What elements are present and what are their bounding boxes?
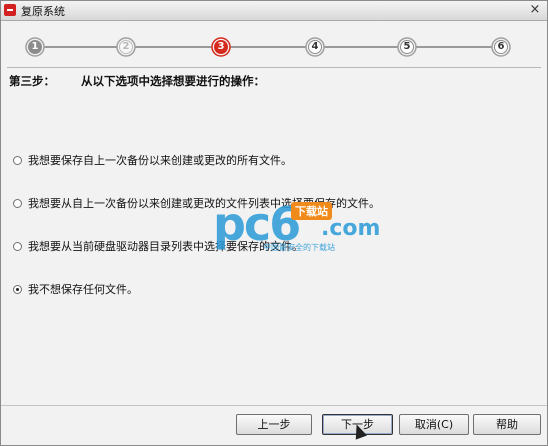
app-icon [4,4,16,16]
header-divider [7,67,541,68]
window-title: 复原系统 [21,5,65,18]
watermark-domain: .com [321,216,381,241]
restore-system-window: 复原系统 × 1 2 3 4 5 6 第三步： 从以下选项中选择想要进行的操作： 我想要保存… [0,0,548,446]
radio-button[interactable] [13,241,22,251]
option-label: 我不想保存任何文件。 [28,283,138,296]
back-button[interactable]: 上一步 [236,414,312,435]
option-save-all-changed[interactable]: 我想要保存自上一次备份以来创建或更改的所有文件。 [13,152,292,168]
option-label: 我想要保存自上一次备份以来创建或更改的所有文件。 [28,154,292,167]
step-progress: 1 2 3 4 5 6 [1,29,547,69]
step-number-2: 2 [122,41,130,52]
help-button[interactable]: 帮助 [473,414,541,435]
option-save-nothing[interactable]: 我不想保存任何文件。 [13,281,138,297]
step-heading-text: 从以下选项中选择想要进行的操作： [81,74,265,88]
title-bar: 复原系统 × [1,1,547,21]
watermark: pc6 下载站 .com 中国最安全的下载站 [213,198,403,262]
step-number-3: 3 [217,41,225,52]
watermark-tagline: 中国最安全的下载站 [263,243,335,252]
footer-divider [1,405,547,406]
step-number-5: 5 [403,41,411,52]
step-number-4: 4 [311,41,319,52]
step-heading-prefix: 第三步： [9,74,55,88]
step-number-1: 1 [31,41,39,52]
step-number-6: 6 [497,41,505,52]
step-track [25,37,511,57]
radio-button[interactable] [13,155,22,165]
close-button[interactable]: × [527,2,543,18]
cancel-button[interactable]: 取消(C) [399,414,469,435]
step-heading: 第三步： 从以下选项中选择想要进行的操作： [9,73,265,89]
radio-button[interactable] [13,198,22,208]
radio-button-selected[interactable] [13,284,22,294]
